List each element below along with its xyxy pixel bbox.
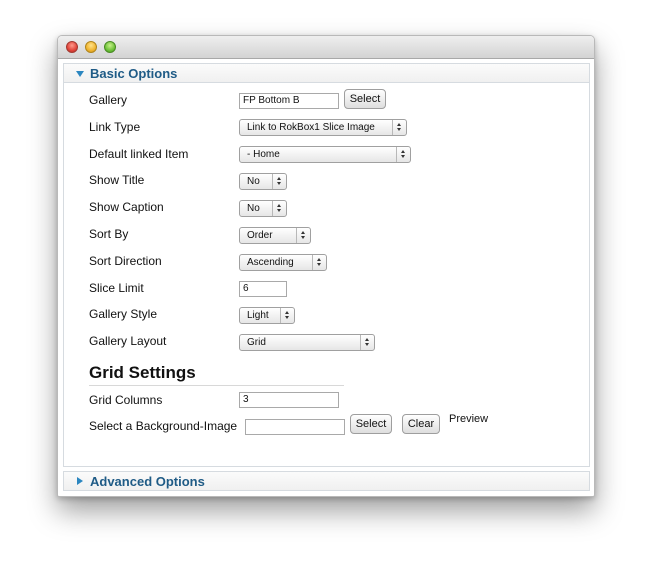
default-linked-item-label: Default linked Item [89,147,189,161]
basic-options-title: Basic Options [90,66,178,81]
collapsed-triangle-icon [77,477,83,485]
gallery-style-value: Light [247,310,269,321]
slice-limit-label: Slice Limit [89,281,144,295]
title-bar [58,36,594,59]
sort-by-label: Sort By [89,227,129,241]
basic-options-header[interactable]: Basic Options [63,63,590,83]
link-type-select[interactable]: Link to RokBox1 Slice Image [239,119,407,136]
select-arrows-icon [392,120,406,135]
window: Basic Options Gallery FP Bottom B Select… [57,35,595,497]
expanded-triangle-icon [76,71,84,77]
gallery-input[interactable]: FP Bottom B [239,93,339,109]
advanced-options-header[interactable]: Advanced Options [63,471,590,491]
gallery-layout-value: Grid [247,337,266,348]
select-arrows-icon [272,201,286,216]
minimize-icon[interactable] [85,41,97,53]
select-arrows-icon [280,308,294,323]
basic-options-panel: Gallery FP Bottom B Select Link Type Lin… [63,83,590,467]
show-caption-select[interactable]: No [239,200,287,217]
gallery-style-label: Gallery Style [89,307,158,321]
show-title-label: Show Title [89,173,145,187]
select-arrows-icon [312,255,326,270]
close-icon[interactable] [66,41,78,53]
background-image-clear-button[interactable]: Clear [402,414,440,434]
sort-by-value: Order [247,230,273,241]
select-arrows-icon [360,335,374,350]
gallery-label: Gallery [89,93,128,107]
grid-columns-label: Grid Columns [89,393,163,407]
slice-limit-input[interactable]: 6 [239,281,287,297]
gallery-style-select[interactable]: Light [239,307,295,324]
show-caption-label: Show Caption [89,200,164,214]
link-type-value: Link to RokBox1 Slice Image [247,122,375,133]
default-linked-item-select[interactable]: - Home [239,146,411,163]
zoom-icon[interactable] [104,41,116,53]
sort-direction-label: Sort Direction [89,254,162,268]
advanced-options-title: Advanced Options [90,474,205,489]
gallery-layout-label: Gallery Layout [89,334,167,348]
grid-settings-title: Grid Settings [89,363,196,382]
grid-columns-input[interactable]: 3 [239,392,339,408]
select-arrows-icon [396,147,410,162]
link-type-label: Link Type [89,120,141,134]
select-arrows-icon [296,228,310,243]
gallery-layout-select[interactable]: Grid [239,334,375,351]
show-title-value: No [247,176,260,187]
sort-direction-value: Ascending [247,257,294,268]
grid-settings-divider [89,385,344,386]
background-image-preview-label: Preview [449,413,489,425]
background-image-select-button[interactable]: Select [350,414,392,434]
select-arrows-icon [272,174,286,189]
sort-direction-select[interactable]: Ascending [239,254,327,271]
show-title-select[interactable]: No [239,173,287,190]
show-caption-value: No [247,203,260,214]
background-image-label: Select a Background-Image [89,419,238,433]
sort-by-select[interactable]: Order [239,227,311,244]
background-image-input[interactable] [245,419,345,435]
default-linked-item-value: - Home [247,149,280,160]
gallery-select-button[interactable]: Select [344,89,386,109]
